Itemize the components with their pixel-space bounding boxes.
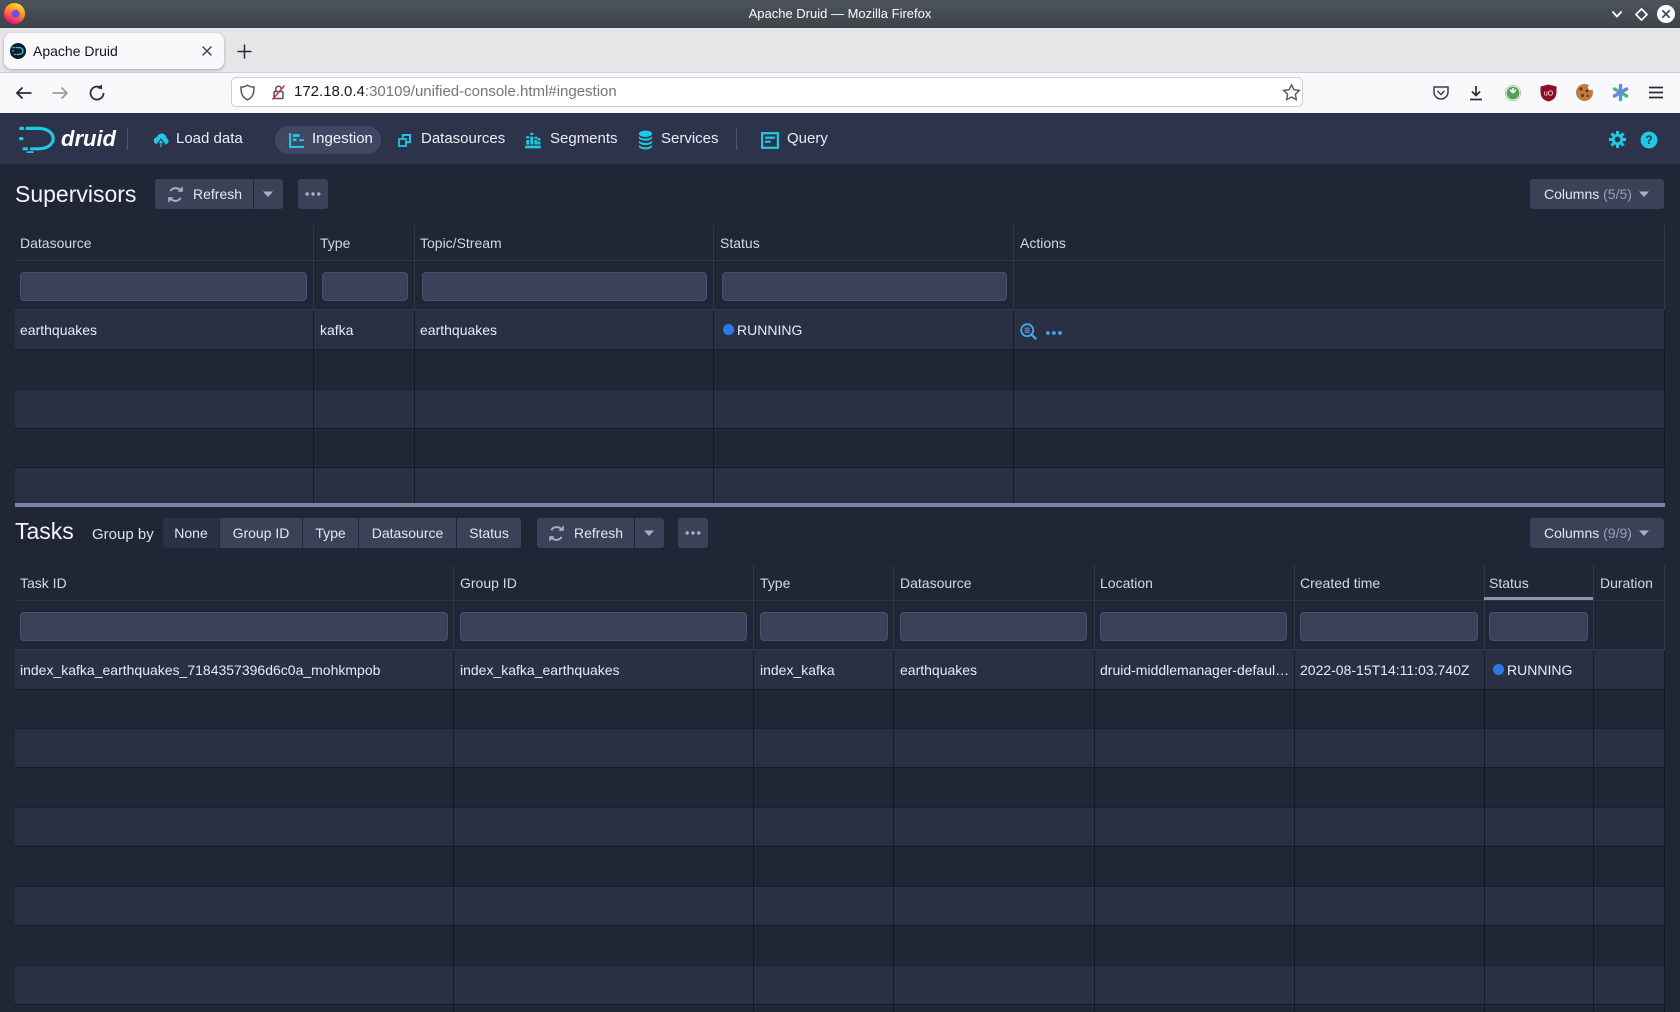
svg-text:?: ? [1645,133,1652,147]
svg-text:uO: uO [1544,91,1554,98]
